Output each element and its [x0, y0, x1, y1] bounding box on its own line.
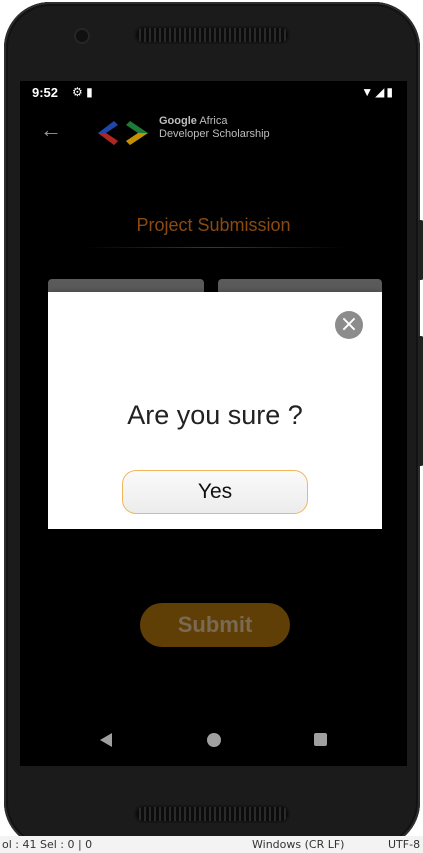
brand-program: Developer Scholarship: [159, 128, 270, 140]
page-title: Project Submission: [136, 215, 291, 235]
nav-home-icon[interactable]: [207, 733, 221, 747]
top-speaker: [136, 28, 288, 42]
status-bar: 9:52 ⚙ ▮ ▼◢▮: [20, 81, 407, 105]
ide-line-ending: Windows (CR LF): [252, 838, 345, 851]
dialog-message: Are you sure ?: [127, 400, 303, 430]
nav-recents-icon[interactable]: [314, 733, 327, 746]
phone-frame: 9:52 ⚙ ▮ ▼◢▮ ← Google Africa Developer S…: [4, 2, 423, 848]
status-right-icons: ▼◢▮: [361, 85, 395, 99]
brand-google: Google: [159, 115, 197, 127]
bottom-speaker: [136, 807, 288, 821]
ide-status-strip: ol : 41 Sel : 0 | 0 Windows (CR LF) UTF-…: [0, 836, 423, 853]
yes-button[interactable]: Yes: [122, 470, 308, 514]
camera: [76, 30, 88, 42]
gads-logo-icon: [98, 121, 148, 145]
screen: 9:52 ⚙ ▮ ▼◢▮ ← Google Africa Developer S…: [20, 81, 407, 766]
title-divider: [82, 247, 346, 248]
submit-button[interactable]: Submit: [140, 603, 290, 647]
ide-cursor-pos: ol : 41 Sel : 0 | 0: [2, 838, 93, 851]
brand-text: Google Africa Developer Scholarship: [159, 115, 270, 141]
volume-button: [418, 220, 423, 280]
close-icon[interactable]: ×: [335, 311, 363, 339]
nav-back-icon[interactable]: [100, 733, 112, 747]
ide-encoding: UTF-8: [388, 838, 421, 851]
brand-africa: Africa: [199, 115, 228, 127]
status-left-icons: ⚙ ▮: [72, 85, 93, 99]
confirm-dialog: × Are you sure ? Yes: [48, 292, 382, 529]
status-time: 9:52: [32, 85, 59, 100]
arrow-left-icon[interactable]: ←: [40, 117, 62, 143]
power-button: [418, 336, 423, 466]
nav-bar: [20, 721, 407, 761]
